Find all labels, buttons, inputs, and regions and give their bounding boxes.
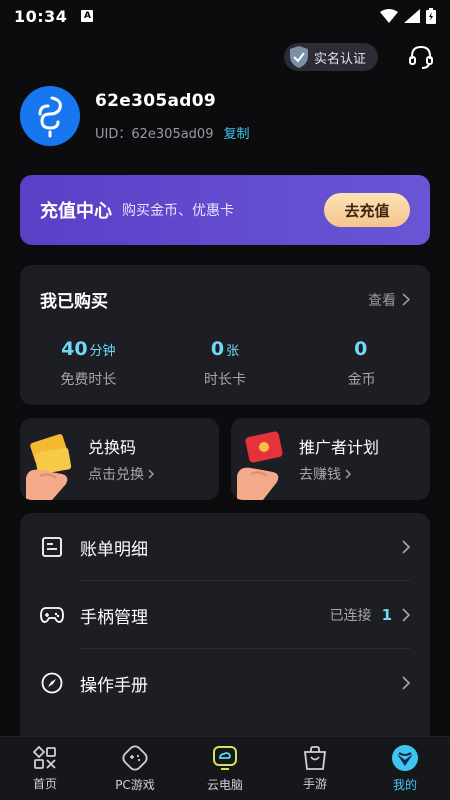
stat-label: 免费时长 [60,372,117,388]
gamepad-status: 已连接 [329,608,372,624]
purchased-stats: 40 分钟 免费时长 0张 时长卡 0 金币 [20,338,430,389]
tab-label: 我的 [392,778,417,792]
card-subtitle: 去赚钱 [299,467,341,483]
menu-item-gamepad[interactable]: 手柄管理 已连接 1 [20,581,430,649]
card-subtitle-row: 点击兑换 [88,464,154,484]
uid-text: UID：62e305ad09 [95,126,214,142]
purchased-card: 我已购买 查看 40 分钟 免费时长 0张 时长卡 0 金币 [20,265,430,405]
realname-badge[interactable]: 实名认证 [283,43,378,71]
stat-value: 0 [354,338,368,360]
chevron-right-icon [148,469,154,479]
redeem-code-card[interactable]: 兑换码 点击兑换 [20,418,219,500]
username: 62e305ad09 [95,90,216,111]
view-purchased-link[interactable]: 查看 [368,290,410,310]
tab-cloud-pc[interactable]: 云电脑 [180,737,270,800]
chevron-right-icon [402,676,410,690]
redpacket-hand-icon [237,431,283,500]
avatar-logo-icon [38,96,62,138]
stat-label: 时长卡 [204,372,246,388]
recharge-title: 充值中心 [40,201,112,222]
settings-menu: 账单明细 手柄管理 已连接 1 操作手册 [20,513,430,743]
profile-info: 62e305ad09 UID：62e305ad09 复制 [95,91,250,142]
recharge-subtitle: 购买金币、优惠卡 [122,203,234,219]
tab-home[interactable]: 首页 [0,737,90,800]
menu-label: 账单明细 [80,539,148,560]
view-label: 查看 [368,292,396,309]
tab-mobile-games[interactable]: 手游 [270,737,360,800]
uid-row: UID：62e305ad09 复制 [95,123,250,142]
tab-profile[interactable]: 我的 [360,737,450,800]
copy-uid-button[interactable]: 复制 [223,123,249,142]
menu-item-manual[interactable]: 操作手册 [20,649,430,717]
avatar[interactable] [20,86,80,146]
cloud-pc-icon [213,746,237,770]
recharge-button[interactable]: 去充值 [324,193,410,227]
customer-service-icon[interactable] [408,44,434,70]
chevron-right-icon [402,540,410,554]
promo-cards: 兑换码 点击兑换 推广者计划 去赚钱 [20,418,430,500]
profile-icon [392,745,418,771]
menu-right [402,676,410,690]
top-actions: 实名认证 [283,43,434,71]
tab-pc-games[interactable]: PC游戏 [90,737,180,800]
menu-item-bill[interactable]: 账单明细 [20,513,430,581]
chevron-right-icon [345,469,351,479]
shield-check-icon [289,46,308,68]
chevron-right-icon [402,293,410,306]
status-time: 10:34 [14,6,68,26]
purchased-title: 我已购买 [40,292,108,312]
stat-coins[interactable]: 0 金币 [293,338,430,389]
menu-label: 手柄管理 [80,607,148,628]
card-title: 兑换码 [88,438,137,457]
battery-icon [426,8,436,24]
gamepad-count: 1 [381,606,392,624]
stat-time-card[interactable]: 0张 时长卡 [157,338,294,389]
coupon-hand-icon [26,434,72,500]
bottom-tab-bar: 首页 PC游戏 云电脑 手游 我的 [0,736,450,800]
stat-free-time[interactable]: 40 分钟 免费时长 [20,338,157,389]
profile-section: 62e305ad09 UID：62e305ad09 复制 [20,86,250,146]
compass-icon [40,671,64,695]
status-icons [380,8,436,24]
stat-label: 金币 [347,372,376,388]
chevron-right-icon [402,608,410,622]
card-title: 推广者计划 [299,438,380,457]
tab-label: PC游戏 [115,778,155,792]
menu-right [402,540,410,554]
redeem-text: 兑换码 点击兑换 [88,434,154,484]
stat-value: 40 [61,338,88,360]
menu-label: 操作手册 [80,675,148,696]
signal-icon [404,9,420,23]
promoter-text: 推广者计划 去赚钱 [299,434,379,484]
realname-label: 实名认证 [313,51,366,67]
mobile-game-icon [303,746,327,770]
tab-label: 手游 [302,777,327,791]
menu-right: 已连接 1 [330,605,410,625]
card-subtitle-row: 去赚钱 [299,464,379,484]
bill-icon [40,535,64,559]
promoter-plan-card[interactable]: 推广者计划 去赚钱 [231,418,430,500]
tab-label: 云电脑 [206,778,243,792]
home-grid-icon [32,745,56,769]
wifi-icon [380,9,398,23]
gamepad-icon [40,603,64,627]
tab-label: 首页 [32,777,57,791]
pc-game-icon [122,745,148,771]
card-subtitle: 点击兑换 [88,467,144,483]
purchased-header: 我已购买 查看 [20,265,430,312]
stat-unit: 分钟 [89,344,116,359]
stat-unit: 张 [226,344,240,359]
stat-value: 0 [210,338,225,360]
recharge-banner[interactable]: 充值中心 购买金币、优惠卡 去充值 [20,175,430,245]
notification-a-icon: A [81,10,94,22]
status-bar: 10:34 A [0,0,450,32]
